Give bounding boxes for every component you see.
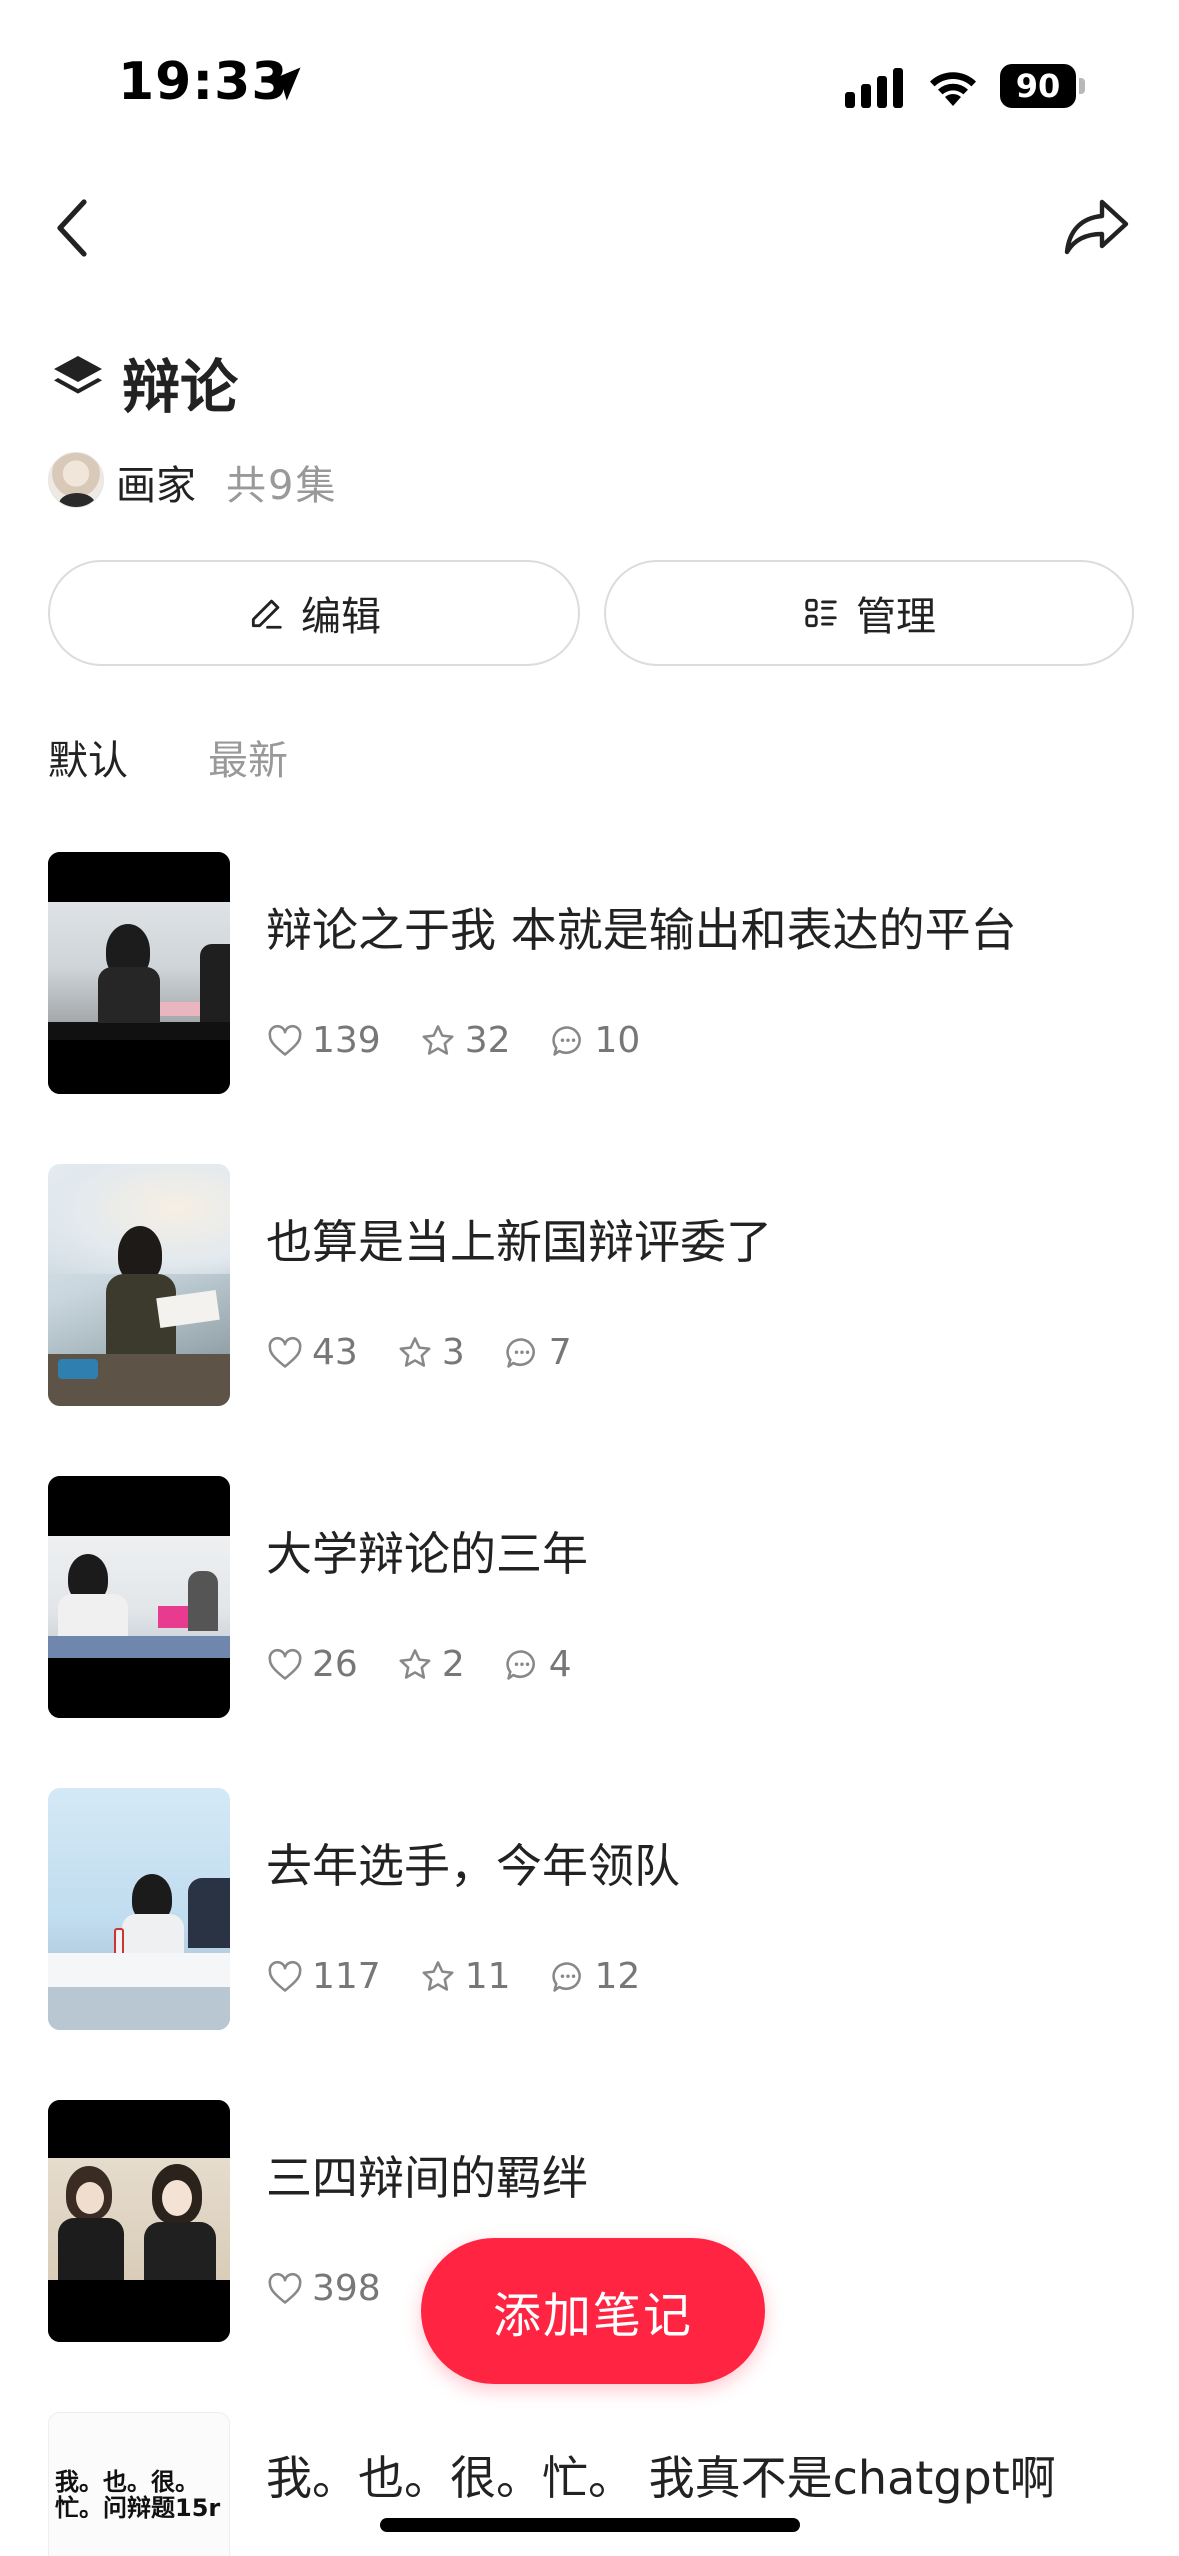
note-stats: 117 11 12 — [266, 1956, 678, 1997]
star-icon — [399, 1648, 431, 1679]
comment-stat[interactable]: 12 — [549, 1956, 641, 1997]
thumb-text: 我。也。很。忙。问辩题15r — [55, 2468, 221, 2522]
page-title: 辩论 — [122, 353, 239, 421]
star-count: 32 — [464, 1020, 511, 1061]
pencil-icon — [251, 599, 282, 629]
comment-stat[interactable]: 4 — [503, 1644, 572, 1685]
like-count: 139 — [312, 1020, 381, 1061]
like-stat[interactable]: 139 — [266, 1020, 381, 1061]
status-bar: 19:33 90 — [0, 0, 1179, 160]
share-icon[interactable] — [1062, 196, 1130, 258]
wifi-icon — [930, 72, 976, 106]
star-icon — [422, 1960, 454, 1991]
star-stat[interactable]: 11 — [419, 1956, 511, 1997]
like-stat[interactable]: 117 — [266, 1956, 381, 1997]
comment-stat[interactable]: 7 — [503, 1332, 572, 1373]
like-count: 43 — [312, 1332, 358, 1373]
note-stats: 139 32 10 — [266, 1020, 678, 1061]
comment-icon — [506, 1649, 535, 1680]
heart-icon — [268, 1960, 302, 1992]
note-thumbnail — [48, 1164, 230, 1406]
list-item[interactable]: 辩论之于我 本就是输出和表达的平台 139 32 10 — [0, 852, 1179, 1097]
list-item[interactable]: 大学辩论的三年 26 2 4 — [0, 1476, 1179, 1721]
comment-stat[interactable]: 10 — [549, 1020, 641, 1061]
add-note-button[interactable]: 添加笔记 — [421, 2238, 765, 2384]
note-title: 去年选手，今年领队 — [266, 1839, 680, 1893]
episode-count: 共9集 — [226, 463, 338, 509]
list-item[interactable]: 去年选手，今年领队 117 11 12 — [0, 1788, 1179, 2033]
comment-icon — [506, 1337, 535, 1368]
comment-count: 12 — [594, 1956, 641, 1997]
comment-icon — [551, 1961, 581, 1992]
list-item[interactable]: 也算是当上新国辩评委了 43 3 7 — [0, 1164, 1179, 1409]
comment-icon — [551, 1025, 581, 1056]
note-thumbnail — [48, 852, 230, 1094]
note-title: 也算是当上新国辩评委了 — [266, 1215, 772, 1269]
like-count: 398 — [312, 2268, 381, 2309]
star-count: 3 — [441, 1332, 465, 1373]
comment-count: 10 — [594, 1020, 641, 1061]
star-stat[interactable]: 3 — [396, 1332, 465, 1373]
note-thumbnail — [48, 2100, 230, 2342]
note-stats: 43 3 7 — [266, 1332, 610, 1373]
tab-default[interactable]: 默认 — [48, 728, 128, 786]
like-count: 117 — [312, 1956, 381, 1997]
list-item[interactable]: 我。也。很。忙。问辩题15r 我。也。很。忙。 我真不是chatgpt啊 — [0, 2412, 1179, 2556]
note-title: 我。也。很。忙。 我真不是chatgpt啊 — [266, 2451, 1056, 2505]
like-stat[interactable]: 398 — [266, 2268, 381, 2309]
star-count: 2 — [441, 1644, 465, 1685]
note-stats: 26 2 4 — [266, 1644, 610, 1685]
edit-button[interactable]: 编辑 — [48, 560, 580, 666]
heart-icon — [268, 1024, 302, 1056]
note-thumbnail — [48, 1476, 230, 1718]
note-title: 三四辩间的羁绊 — [266, 2151, 588, 2205]
author-name[interactable]: 画家 — [116, 453, 196, 511]
note-stats: 398 — [266, 2268, 419, 2309]
comment-count: 7 — [548, 1332, 572, 1373]
back-icon[interactable] — [48, 196, 96, 260]
star-stat[interactable]: 32 — [419, 1020, 511, 1061]
list-icon — [805, 598, 837, 628]
heart-icon — [268, 2272, 302, 2304]
star-count: 11 — [464, 1956, 511, 1997]
avatar[interactable] — [48, 452, 104, 508]
heart-icon — [268, 1336, 302, 1368]
battery-level: 90 — [1000, 64, 1076, 108]
edit-label: 编辑 — [301, 594, 381, 640]
signal-icon — [845, 68, 903, 108]
manage-button[interactable]: 管理 — [604, 560, 1134, 666]
like-count: 26 — [312, 1644, 358, 1685]
heart-icon — [268, 1648, 302, 1680]
collection-icon — [54, 356, 102, 394]
comment-count: 4 — [548, 1644, 572, 1685]
tab-latest[interactable]: 最新 — [208, 728, 288, 786]
battery-icon: 90 — [1000, 64, 1086, 108]
star-icon — [422, 1024, 454, 1055]
note-title: 大学辩论的三年 — [266, 1527, 588, 1581]
note-title: 辩论之于我 本就是输出和表达的平台 — [266, 903, 1017, 957]
like-stat[interactable]: 26 — [266, 1644, 358, 1685]
note-thumbnail — [48, 1788, 230, 2030]
star-stat[interactable]: 2 — [396, 1644, 465, 1685]
like-stat[interactable]: 43 — [266, 1332, 358, 1373]
star-icon — [399, 1336, 431, 1367]
home-indicator[interactable] — [380, 2518, 800, 2532]
location-arrow-icon — [267, 67, 301, 101]
note-thumbnail: 我。也。很。忙。问辩题15r — [48, 2412, 230, 2556]
manage-label: 管理 — [856, 594, 936, 640]
